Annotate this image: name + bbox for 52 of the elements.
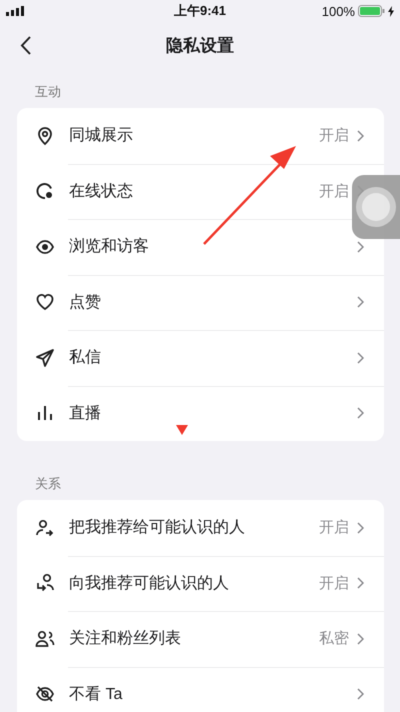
status-icon <box>35 181 55 202</box>
settings-row[interactable]: 向我推荐可能认识的人 开启 <box>17 556 384 611</box>
chevron-icon <box>357 577 364 590</box>
row-value: 开启 <box>319 574 349 593</box>
row-label: 私信 <box>69 348 102 368</box>
status-time: 上午9:41 <box>174 3 226 18</box>
battery-percent: 100% <box>322 4 355 18</box>
row-value: 私密 <box>319 629 349 648</box>
heart-icon <box>35 292 55 312</box>
chevron-icon <box>357 130 364 142</box>
page-title: 隐私设置 <box>166 36 234 54</box>
row-label: 不看 Ta <box>69 684 124 705</box>
row-value: 开启 <box>319 182 349 201</box>
row-label: 把我推荐给可能认识的人 <box>69 518 246 538</box>
row-label: 点赞 <box>69 292 102 313</box>
paper-plane-icon <box>35 348 55 368</box>
annotation-marker <box>176 425 188 435</box>
person-share-icon <box>35 518 55 538</box>
chevron-icon <box>357 352 364 364</box>
row-label: 关注和粉丝列表 <box>69 628 182 650</box>
settings-row[interactable]: 点赞 <box>17 274 384 330</box>
signal-icon <box>6 6 24 16</box>
settings-row[interactable]: 浏览和访客 <box>17 219 384 274</box>
battery-icon <box>358 5 385 17</box>
charging-icon <box>388 6 394 16</box>
chevron-icon <box>357 407 364 420</box>
people-icon <box>35 628 55 649</box>
person-arrow-icon <box>35 573 55 594</box>
eye-off-icon <box>35 684 55 704</box>
settings-row[interactable]: 直播 <box>17 386 384 441</box>
row-value: 开启 <box>319 126 349 146</box>
row-label: 浏览和访客 <box>69 236 150 258</box>
settings-row[interactable]: 同城展示 开启 <box>17 108 384 164</box>
row-value: 开启 <box>319 518 349 538</box>
chevron-icon <box>357 296 364 308</box>
settings-row[interactable]: 把我推荐给可能认识的人 开启 <box>17 500 384 556</box>
section-label: 互动 <box>35 84 61 99</box>
settings-row[interactable]: 私信 <box>17 330 384 386</box>
back-chevron-icon <box>20 36 31 54</box>
row-label: 同城展示 <box>69 126 134 146</box>
settings-row[interactable]: 在线状态 开启 <box>17 164 384 219</box>
chevron-icon <box>357 522 364 534</box>
settings-row[interactable]: 关注和粉丝列表 私密 <box>17 611 384 666</box>
row-label: 直播 <box>69 404 102 424</box>
row-label: 在线状态 <box>69 182 134 202</box>
chevron-icon <box>357 240 364 253</box>
section-label: 关系 <box>35 476 61 491</box>
chevron-icon <box>357 632 364 645</box>
settings-row[interactable]: 不看 Ta <box>17 666 384 712</box>
row-label: 向我推荐可能认识的人 <box>69 574 230 594</box>
chevron-icon <box>357 688 364 700</box>
pin-icon <box>35 126 55 146</box>
